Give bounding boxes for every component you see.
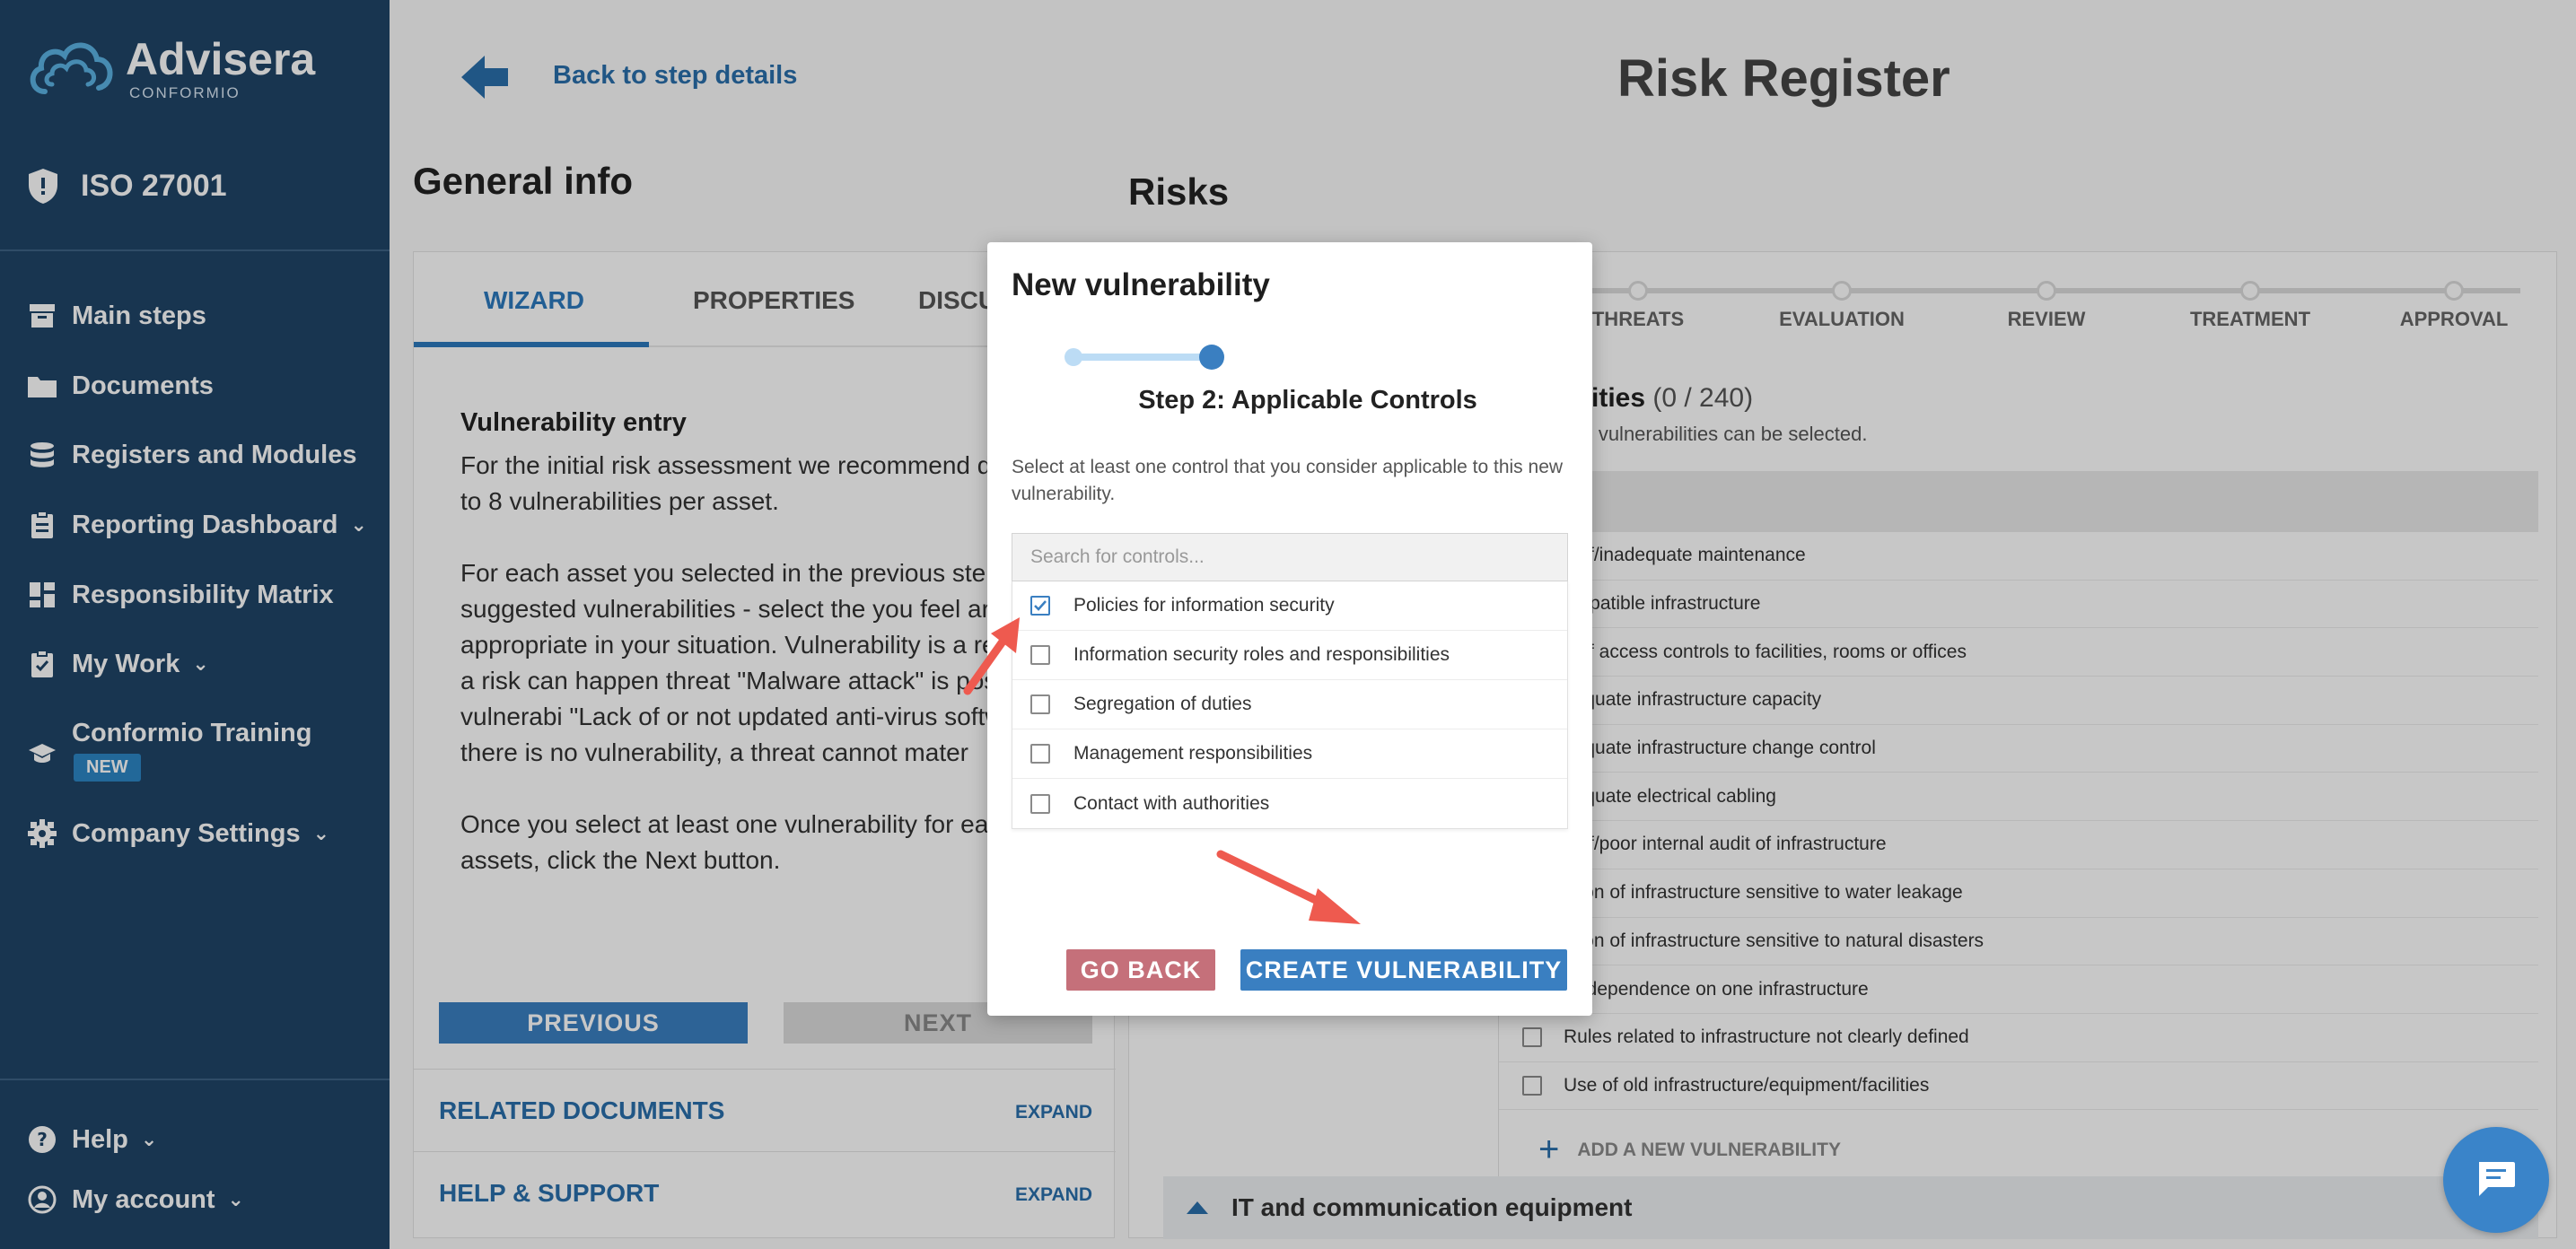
- checkbox[interactable]: [1030, 694, 1050, 714]
- checkbox[interactable]: [1030, 793, 1050, 814]
- step-2-dot: [1199, 345, 1224, 370]
- step-progress-track: [1073, 354, 1208, 361]
- go-back-button[interactable]: GO BACK: [1066, 949, 1215, 991]
- control-row[interactable]: Contact with authorities: [1012, 779, 1567, 828]
- modal-title: New vulnerability: [1012, 267, 1270, 302]
- checkmark-icon: [1034, 600, 1047, 611]
- create-vulnerability-button[interactable]: CREATE VULNERABILITY: [1240, 949, 1567, 991]
- search-controls-input[interactable]: [1012, 533, 1568, 581]
- chat-bubble-icon: [2479, 1162, 2515, 1196]
- controls-list: Policies for information security Inform…: [1012, 581, 1568, 829]
- annotation-arrow-icon: [963, 617, 1020, 695]
- control-row[interactable]: Information security roles and responsib…: [1012, 631, 1567, 680]
- control-row[interactable]: Management responsibilities: [1012, 729, 1567, 779]
- control-row[interactable]: Policies for information security: [1012, 581, 1567, 631]
- modal-step-title: Step 2: Applicable Controls: [1138, 386, 1477, 415]
- control-label: Management responsibilities: [1073, 743, 1313, 764]
- annotation-arrow-icon: [1216, 850, 1361, 924]
- control-label: Policies for information security: [1073, 595, 1335, 616]
- control-row[interactable]: Segregation of duties: [1012, 680, 1567, 729]
- control-label: Segregation of duties: [1073, 694, 1252, 714]
- checkbox[interactable]: [1030, 744, 1050, 764]
- control-label: Contact with authorities: [1073, 792, 1270, 814]
- step-1-dot: [1065, 348, 1082, 366]
- control-label: Information security roles and responsib…: [1073, 644, 1450, 665]
- modal-description: Select at least one control that you con…: [1012, 457, 1564, 504]
- checkbox-checked[interactable]: [1030, 596, 1050, 616]
- checkbox[interactable]: [1030, 645, 1050, 665]
- chat-button[interactable]: [2443, 1127, 2549, 1233]
